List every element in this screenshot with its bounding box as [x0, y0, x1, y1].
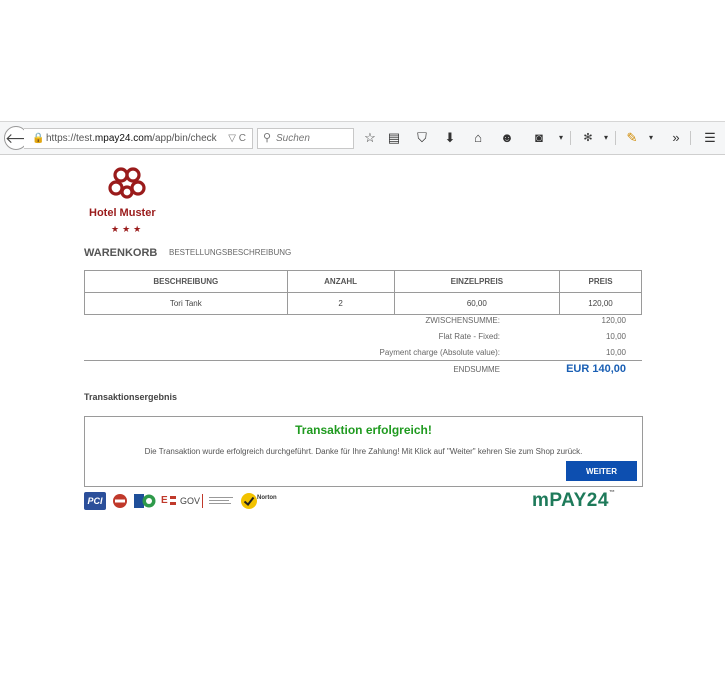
flat-rate-row: Flat Rate - Fixed: 10,00: [84, 330, 642, 346]
url-bar[interactable]: 🔒 https://test.mpay24.com/app/bin/check …: [24, 128, 253, 149]
pci-logo: PCI: [84, 492, 106, 510]
transaction-message: Die Transaktion wurde erfolgreich durchg…: [144, 447, 583, 456]
column-header: ANZAHL: [286, 270, 395, 293]
table-row: Tori Tank 2 60,00 120,00: [84, 292, 642, 315]
logo-divider: [202, 494, 203, 508]
hotel-name: Hotel Muster: [89, 207, 156, 219]
cell-unit-price: 60,00: [393, 292, 561, 315]
toolbar-divider: [570, 131, 571, 145]
grand-total-label: ENDSUMME: [453, 365, 500, 374]
url-text: https://test.mpay24.com/app/bin/check: [46, 133, 217, 144]
weiter-button[interactable]: WEITER: [566, 461, 637, 481]
security-logos: PCI E GOV Norton: [84, 492, 304, 512]
total-value: 120,00: [601, 316, 626, 325]
lock-icon: 🔒: [32, 133, 45, 144]
total-label: Flat Rate - Fixed:: [438, 332, 500, 341]
mpay24-logo-text: mPAY24: [532, 490, 609, 511]
signature-seal-icon: [209, 492, 235, 510]
dropdown-arrow-icon[interactable]: ▾: [598, 129, 614, 147]
dropdown-arrow-icon[interactable]: ▾: [643, 129, 659, 147]
browser-toolbar: 🡐 🔒 https://test.mpay24.com/app/bin/chec…: [0, 121, 725, 155]
cell-description: Tori Tank: [84, 292, 288, 315]
bug-icon[interactable]: ✻: [580, 129, 596, 147]
column-header: EINZELPREIS: [393, 270, 561, 293]
total-value: 10,00: [605, 348, 626, 357]
cart-table: BESCHREIBUNG ANZAHL EINZELPREIS PREIS To…: [84, 270, 642, 315]
mpay24-logo: mPAY24™: [532, 490, 615, 512]
hotel-stars: ★★★: [111, 224, 145, 234]
reader-list-icon[interactable]: ▤: [386, 129, 402, 147]
transaction-result-box: Transaktion erfolgreich! Die Transaktion…: [84, 416, 643, 487]
home-icon[interactable]: ⌂: [470, 129, 486, 147]
norton-logo: Norton: [257, 495, 277, 501]
cart-title: WARENKORB: [84, 247, 158, 259]
subtotal-row: ZWISCHENSUMME: 120,00: [84, 314, 642, 330]
grand-total-value: EUR 140,00: [566, 363, 626, 375]
egov-logo: GOV: [180, 496, 201, 506]
column-header: PREIS: [559, 270, 642, 293]
cart-subtitle: BESTELLUNGSBESCHREIBUNG: [169, 248, 292, 257]
total-value: 10,00: [605, 332, 626, 341]
overflow-chevron-icon[interactable]: »: [668, 129, 684, 147]
totals-divider: [84, 360, 642, 361]
pencil-icon[interactable]: ✎: [624, 129, 640, 147]
hotel-logo-icon: [108, 167, 146, 199]
toolbar-divider: [690, 131, 691, 145]
column-header: BESCHREIBUNG: [84, 270, 288, 293]
reload-icon[interactable]: ▽ C: [228, 129, 246, 148]
search-bar[interactable]: ⚲: [257, 128, 354, 149]
extension-icon[interactable]: ◙: [531, 129, 547, 147]
total-label: Payment charge (Absolute value):: [379, 348, 500, 357]
search-icon: ⚲: [263, 132, 272, 144]
dropdown-arrow-icon[interactable]: ▾: [553, 129, 569, 147]
verified-logo-icon: [133, 492, 157, 510]
chat-icon[interactable]: ☻: [499, 129, 515, 147]
search-input[interactable]: [276, 131, 348, 145]
bookmark-star-icon[interactable]: ☆: [362, 129, 378, 147]
pocket-icon[interactable]: ⛉: [414, 129, 430, 147]
cart-header-row: BESCHREIBUNG ANZAHL EINZELPREIS PREIS: [84, 270, 642, 293]
download-icon[interactable]: ⬇: [442, 129, 458, 147]
egov-flag-icon: [170, 492, 176, 510]
visa-badge-icon: [112, 492, 128, 510]
hamburger-menu-icon[interactable]: ☰: [702, 129, 718, 147]
mpay24-trademark: ™: [608, 490, 616, 496]
norton-check-icon: [240, 492, 258, 510]
transaction-status: Transaktion erfolgreich!: [295, 423, 432, 437]
toolbar-divider: [615, 131, 616, 145]
transaction-section-title: Transaktionsergebnis: [84, 392, 178, 402]
egov-e-logo: E: [161, 495, 168, 506]
total-label: ZWISCHENSUMME:: [425, 316, 500, 325]
cell-quantity: 2: [286, 292, 395, 315]
totals-block: ZWISCHENSUMME: 120,00 Flat Rate - Fixed:…: [84, 314, 642, 362]
cell-price: 120,00: [559, 292, 642, 315]
